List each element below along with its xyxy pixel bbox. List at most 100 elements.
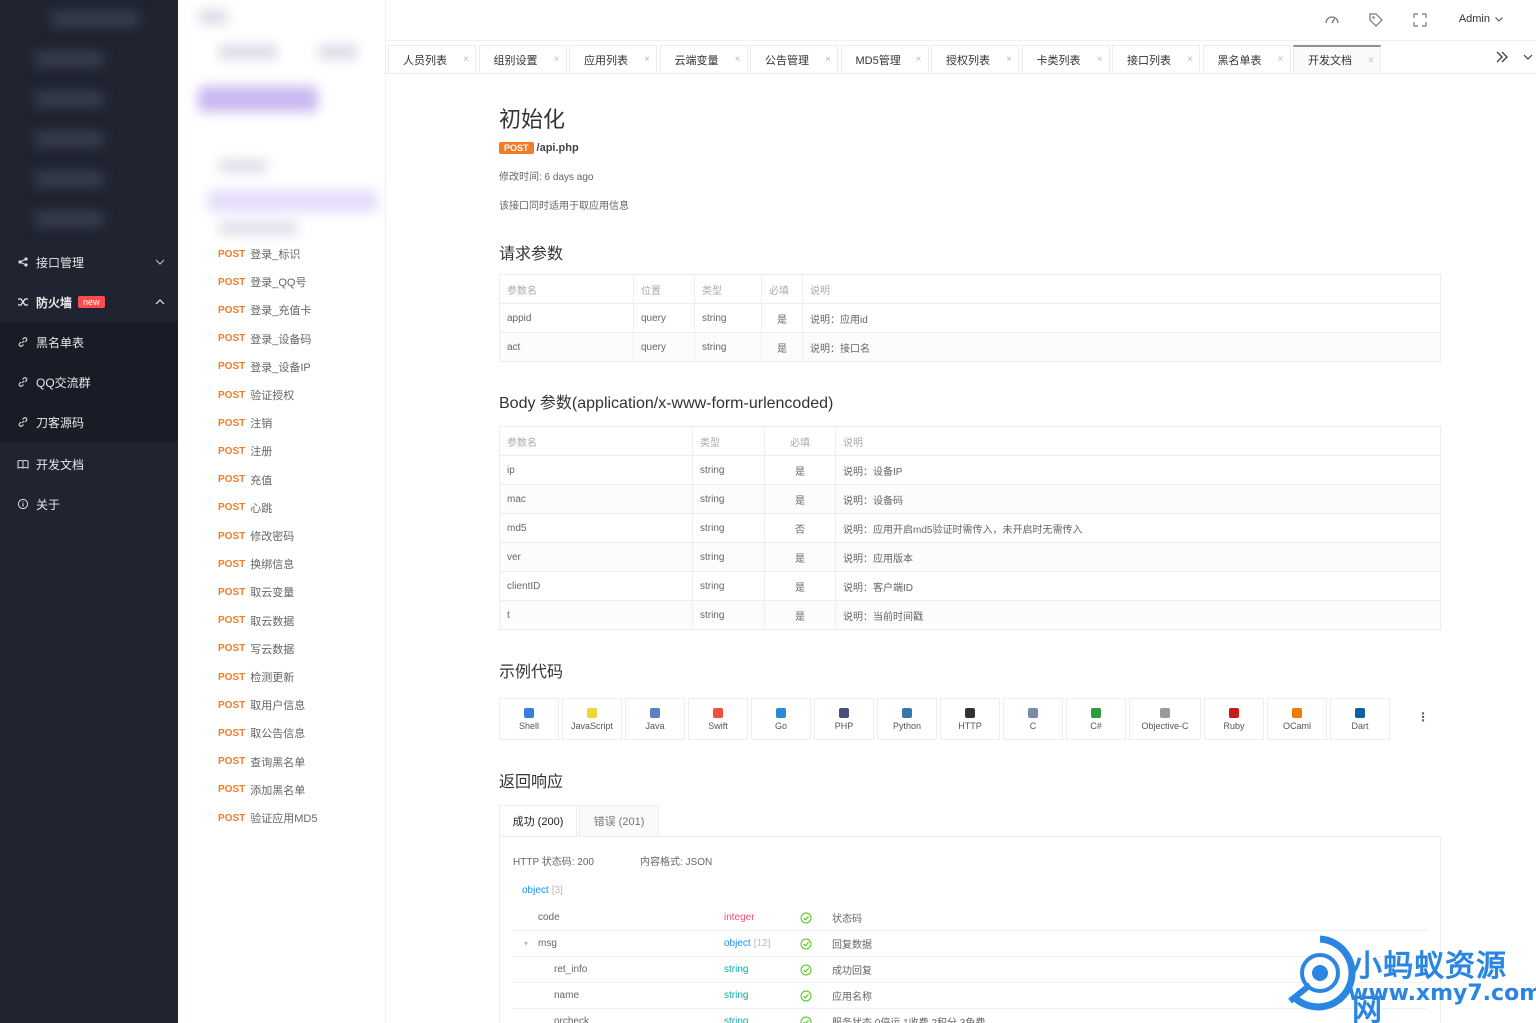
tab-1[interactable]: 组别设置 ×: [478, 45, 567, 73]
endpoint-item[interactable]: POST 登录_设备IP: [218, 357, 311, 377]
endpoint-name: 注销: [250, 418, 273, 431]
tab-9[interactable]: 黑名单表 ×: [1202, 45, 1291, 73]
sidebar-item-about[interactable]: 关于: [0, 484, 178, 524]
sidebar-item-qq-group[interactable]: QQ交流群: [0, 362, 178, 402]
tab-10[interactable]: 开发文档 ×: [1293, 45, 1381, 73]
field-name: code: [538, 912, 560, 923]
endpoint-item[interactable]: POST 登录_充值卡: [218, 300, 311, 320]
endpoint-list-blurred-region: [178, 0, 386, 250]
endpoint-item[interactable]: POST 充值: [218, 470, 272, 490]
lang-button[interactable]: Ruby: [1204, 698, 1264, 740]
close-icon[interactable]: ×: [1097, 54, 1103, 65]
tab-3[interactable]: 云端变量 ×: [659, 45, 748, 73]
tag-icon[interactable]: [1368, 12, 1384, 28]
lang-icon: [1028, 707, 1038, 718]
lang-button[interactable]: Swift: [688, 698, 748, 740]
lang-label: C#: [1090, 720, 1102, 731]
tab-7[interactable]: 卡类列表 ×: [1021, 45, 1110, 73]
endpoint-name: 换绑信息: [250, 559, 295, 572]
close-icon[interactable]: ×: [825, 54, 831, 65]
lang-button[interactable]: PHP: [814, 698, 874, 740]
lang-button[interactable]: Go: [751, 698, 811, 740]
endpoint-item[interactable]: POST 取云变量: [218, 582, 294, 602]
tab-label: 应用列表: [584, 54, 628, 67]
endpoint-item[interactable]: POST 换绑信息: [218, 554, 294, 574]
method-label: POST: [218, 530, 246, 542]
table-cell: t: [499, 600, 693, 630]
endpoint-item[interactable]: POST 取用户信息: [218, 695, 305, 715]
endpoint-item[interactable]: POST 验证应用MD5: [218, 808, 317, 828]
endpoint-item[interactable]: POST 取公告信息: [218, 723, 305, 743]
table-cell: string: [692, 600, 765, 630]
caret-down-icon[interactable]: ▾: [524, 939, 528, 948]
table-cell: 是: [764, 484, 836, 514]
method-label: POST: [218, 756, 246, 768]
endpoint-item[interactable]: POST 查询黑名单: [218, 752, 305, 772]
endpoint-item[interactable]: POST 写云数据: [218, 639, 294, 659]
double-chevron-right-icon[interactable]: [1494, 49, 1510, 65]
user-menu[interactable]: Admin: [1459, 13, 1504, 25]
lang-label: HTTP: [958, 720, 982, 731]
shuffle-icon: [16, 295, 30, 309]
close-icon[interactable]: ×: [644, 54, 650, 65]
tab-8[interactable]: 接口列表 ×: [1112, 45, 1200, 73]
fullscreen-icon[interactable]: [1412, 12, 1428, 28]
close-icon[interactable]: ×: [916, 54, 922, 65]
lang-button[interactable]: Dart: [1330, 698, 1390, 740]
lang-button[interactable]: Java: [625, 698, 685, 740]
tab-error[interactable]: 错误 (201): [579, 805, 659, 837]
endpoint-item[interactable]: POST 检测更新: [218, 667, 294, 687]
method-label: POST: [218, 417, 246, 429]
sidebar-item-blacklist[interactable]: 黑名单表: [0, 322, 178, 362]
more-vertical-icon[interactable]: ⋮: [1417, 710, 1429, 724]
endpoint-item[interactable]: POST 验证授权: [218, 385, 294, 405]
sidebar-item-dev-docs[interactable]: 开发文档: [0, 444, 178, 484]
endpoint-item[interactable]: POST 添加黑名单: [218, 780, 305, 800]
close-icon[interactable]: ×: [1278, 54, 1284, 65]
tab-success[interactable]: 成功 (200): [499, 805, 577, 837]
lang-label: OCaml: [1282, 720, 1311, 731]
endpoint-item[interactable]: POST 取云数据: [218, 611, 294, 631]
endpoint-path: /api.php: [536, 142, 579, 154]
sidebar-item-label: QQ交流群: [36, 375, 91, 390]
sidebar-item-source-code[interactable]: 刀客源码: [0, 402, 178, 442]
endpoint-item[interactable]: POST 注销: [218, 413, 272, 433]
endpoint-item[interactable]: POST 修改密码: [218, 526, 294, 546]
field-type: string: [724, 1016, 749, 1023]
chevron-down-icon[interactable]: [1522, 49, 1534, 65]
dashboard-icon[interactable]: [1324, 12, 1340, 28]
tab-6[interactable]: 授权列表 ×: [931, 45, 1019, 73]
close-icon[interactable]: ×: [735, 54, 741, 65]
tab-4[interactable]: 公告管理 ×: [750, 45, 838, 73]
lang-button[interactable]: Shell: [499, 698, 559, 740]
sidebar-item-firewall[interactable]: 防火墙 new: [0, 282, 178, 322]
lang-button[interactable]: Objective-C: [1129, 698, 1201, 740]
field-name: orcheck: [554, 1016, 590, 1023]
close-icon[interactable]: ×: [463, 54, 469, 65]
endpoint-name: 查询黑名单: [250, 756, 306, 769]
endpoint-item[interactable]: POST 注册: [218, 441, 272, 461]
tab-label: 卡类列表: [1036, 54, 1081, 67]
lang-button[interactable]: C: [1003, 698, 1063, 740]
tab-2[interactable]: 应用列表 ×: [569, 45, 657, 73]
close-icon[interactable]: ×: [1368, 55, 1374, 66]
lang-button[interactable]: C#: [1066, 698, 1126, 740]
tab-0[interactable]: 人员列表 ×: [388, 45, 476, 73]
close-icon[interactable]: ×: [1187, 54, 1193, 65]
lang-button[interactable]: HTTP: [940, 698, 1000, 740]
sidebar-item-api-management[interactable]: 接口管理: [0, 242, 178, 282]
close-icon[interactable]: ×: [554, 54, 560, 65]
endpoint-name: 取云数据: [250, 615, 295, 628]
lang-button[interactable]: JavaScript: [562, 698, 622, 740]
endpoint-item[interactable]: POST 心跳: [218, 498, 272, 518]
close-icon[interactable]: ×: [1006, 54, 1012, 65]
modified-time: 修改时间: 6 days ago: [499, 172, 594, 183]
endpoint-name: 登录_设备码: [250, 333, 312, 346]
lang-button[interactable]: OCaml: [1267, 698, 1327, 740]
lang-icon: [839, 707, 849, 718]
lang-button[interactable]: Python: [877, 698, 937, 740]
tab-5[interactable]: MD5管理 ×: [840, 45, 929, 73]
endpoint-item[interactable]: POST 登录_设备码: [218, 329, 311, 349]
endpoint-item[interactable]: POST 登录_QQ号: [218, 272, 306, 292]
endpoint-item[interactable]: POST 登录_标识: [218, 244, 300, 264]
